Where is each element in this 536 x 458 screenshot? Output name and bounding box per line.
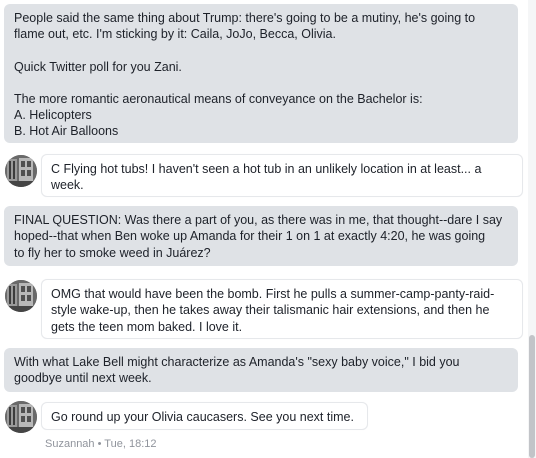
message-text: B. Hot Air Balloons bbox=[14, 124, 119, 139]
message-text: goodbye until next week. bbox=[14, 371, 152, 386]
avatar-photo-icon bbox=[5, 280, 37, 312]
incoming-message[interactable]: OMG that would have been the bomb. First… bbox=[41, 279, 523, 339]
avatar[interactable] bbox=[5, 401, 37, 433]
incoming-message[interactable]: C Flying hot tubs! I haven't seen a hot … bbox=[41, 154, 523, 197]
message-text: week. bbox=[51, 178, 84, 193]
avatar-photo-icon bbox=[5, 155, 37, 187]
avatar[interactable] bbox=[5, 155, 37, 187]
avatar[interactable] bbox=[5, 280, 37, 312]
message-text: The more romantic aeronautical means of … bbox=[14, 91, 423, 106]
message-text: to fly her to smoke weed in Juárez? bbox=[14, 245, 211, 260]
message-text: Go round up your Olivia caucasers. See y… bbox=[51, 410, 354, 424]
scrollbar-track[interactable] bbox=[528, 0, 536, 458]
incoming-message[interactable]: Go round up your Olivia caucasers. See y… bbox=[41, 402, 368, 430]
message-meta-timestamp: Suzannah • Tue, 18:12 bbox=[45, 438, 157, 450]
scrollbar-thumb[interactable] bbox=[529, 335, 535, 458]
message-text: FINAL QUESTION: Was there a part of you,… bbox=[14, 213, 503, 227]
message-text: A. Helicopters bbox=[14, 108, 92, 123]
message-text: style wake-up, then he takes away their … bbox=[51, 303, 490, 318]
message-text: gets the teen mom baked. I love it. bbox=[51, 319, 243, 334]
outgoing-message[interactable]: With what Lake Bell might characterize a… bbox=[4, 348, 518, 392]
avatar-photo-icon bbox=[5, 401, 37, 433]
message-text: People said the same thing about Trump: … bbox=[14, 11, 476, 25]
message-text: Quick Twitter poll for you Zani. bbox=[14, 59, 182, 74]
outgoing-message[interactable]: FINAL QUESTION: Was there a part of you,… bbox=[4, 206, 518, 266]
message-text: C Flying hot tubs! I haven't seen a hot … bbox=[51, 162, 482, 176]
chat-thread: People said the same thing about Trump: … bbox=[0, 0, 536, 458]
message-text: hoped--that when Ben woke up Amanda for … bbox=[14, 229, 486, 244]
outgoing-message[interactable]: People said the same thing about Trump: … bbox=[4, 4, 518, 143]
message-text: flame out, etc. I'm sticking by it: Cail… bbox=[14, 27, 336, 42]
message-text: OMG that would have been the bomb. First… bbox=[51, 287, 495, 301]
message-text: With what Lake Bell might characterize a… bbox=[14, 355, 460, 369]
